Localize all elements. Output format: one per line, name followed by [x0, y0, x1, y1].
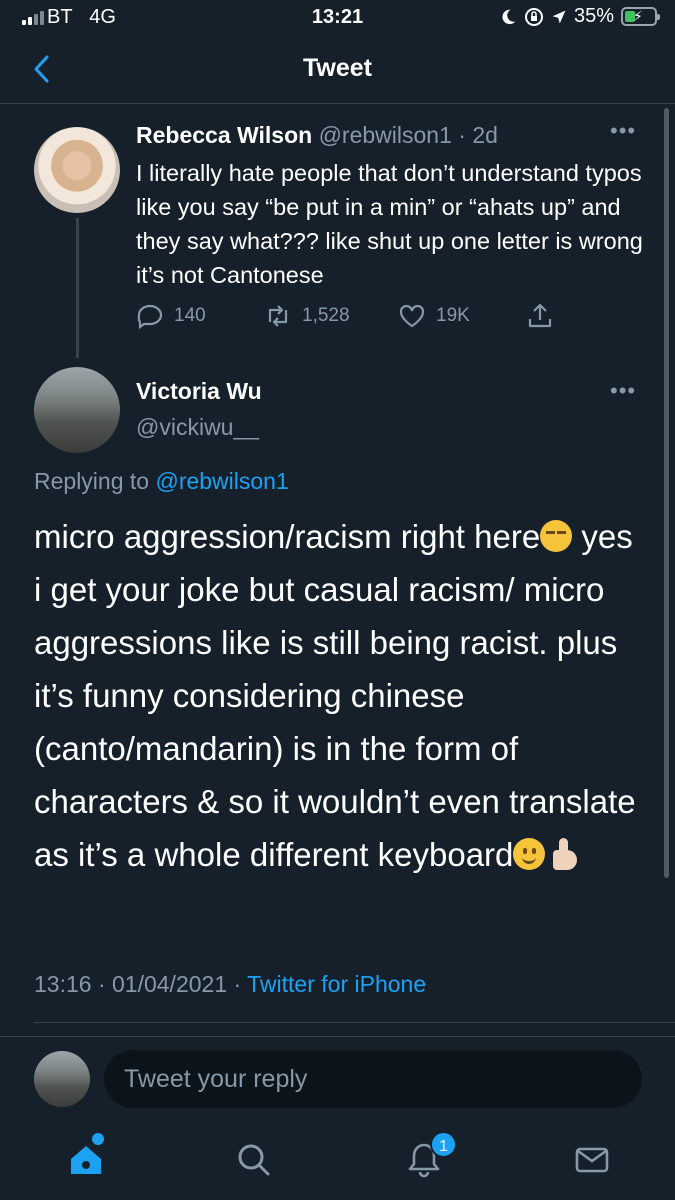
reply-icon — [137, 304, 163, 330]
tweet-text: I literally hate people that don’t under… — [136, 160, 643, 288]
more-options-icon[interactable]: ••• — [610, 118, 636, 144]
page-title: Tweet — [303, 54, 372, 82]
battery-percent: 35% — [573, 5, 614, 27]
more-options-icon[interactable]: ••• — [610, 378, 636, 404]
like-button[interactable]: 19K — [398, 302, 470, 330]
retweet-count: 1,528 — [302, 305, 350, 326]
author-handle[interactable]: @vickiwu__ — [136, 414, 259, 441]
home-icon — [71, 1146, 101, 1174]
battery-icon: ⚡ — [621, 7, 660, 26]
status-bar: BT 4G 13:21 35% ⚡ — [0, 0, 675, 40]
location-icon — [552, 10, 566, 23]
retweet-icon — [268, 305, 288, 327]
tweet-actions: 140 1,528 19K — [136, 302, 566, 334]
tab-home[interactable] — [66, 1140, 106, 1180]
smiling-face-icon — [513, 838, 546, 870]
top-nav: Tweet — [0, 40, 675, 104]
replying-prefix: Replying to — [34, 468, 150, 494]
reply-count: 140 — [174, 305, 206, 326]
thumbs-up-icon — [551, 838, 585, 870]
search-icon — [238, 1144, 270, 1176]
reply-input[interactable] — [104, 1050, 642, 1108]
tweet-text: micro aggression/racism right here yes i… — [34, 510, 649, 881]
tweet-age: · 2d — [458, 122, 498, 148]
tweet-header: Rebecca Wilson @rebwilson1 · 2d — [136, 122, 498, 149]
rotation-lock-icon — [524, 7, 543, 26]
author-name[interactable]: Victoria Wu — [136, 378, 262, 405]
expressionless-face-icon — [540, 520, 573, 552]
replying-to: Replying to @rebwilson1 — [34, 468, 289, 495]
source-link[interactable]: Twitter for iPhone — [247, 971, 426, 997]
divider — [34, 1022, 675, 1023]
tab-messages[interactable] — [572, 1140, 612, 1180]
thread-connector — [76, 218, 79, 358]
status-indicators: 35% ⚡ — [499, 5, 660, 28]
new-content-dot — [92, 1133, 104, 1145]
heart-icon — [399, 304, 425, 328]
author-handle[interactable]: @rebwilson1 — [319, 122, 452, 148]
tweet-text-part1: micro aggression/racism right here — [34, 518, 541, 555]
reply-button[interactable]: 140 — [136, 302, 206, 330]
avatar[interactable] — [34, 367, 120, 453]
my-avatar[interactable] — [34, 1051, 90, 1107]
timestamp-text: 13:16 · 01/04/2021 · — [34, 971, 242, 997]
avatar[interactable] — [34, 127, 120, 213]
tab-search[interactable] — [234, 1140, 274, 1180]
reply-composer[interactable] — [104, 1050, 642, 1108]
scrollbar[interactable] — [664, 108, 669, 878]
retweet-button[interactable]: 1,528 — [264, 302, 350, 330]
mail-icon — [575, 1147, 609, 1173]
divider — [0, 1036, 675, 1037]
share-icon — [528, 303, 552, 328]
replying-to-link[interactable]: @rebwilson1 — [155, 468, 288, 494]
like-count: 19K — [436, 305, 470, 326]
author-name[interactable]: Rebecca Wilson — [136, 122, 312, 148]
moon-icon — [502, 9, 516, 24]
notification-badge: 1 — [430, 1131, 457, 1158]
tweet-timestamp: 13:16 · 01/04/2021 · Twitter for iPhone — [34, 971, 426, 998]
share-button[interactable] — [526, 302, 554, 330]
tweet-text-part2: yes i get your joke but casual racism/ m… — [34, 518, 636, 873]
